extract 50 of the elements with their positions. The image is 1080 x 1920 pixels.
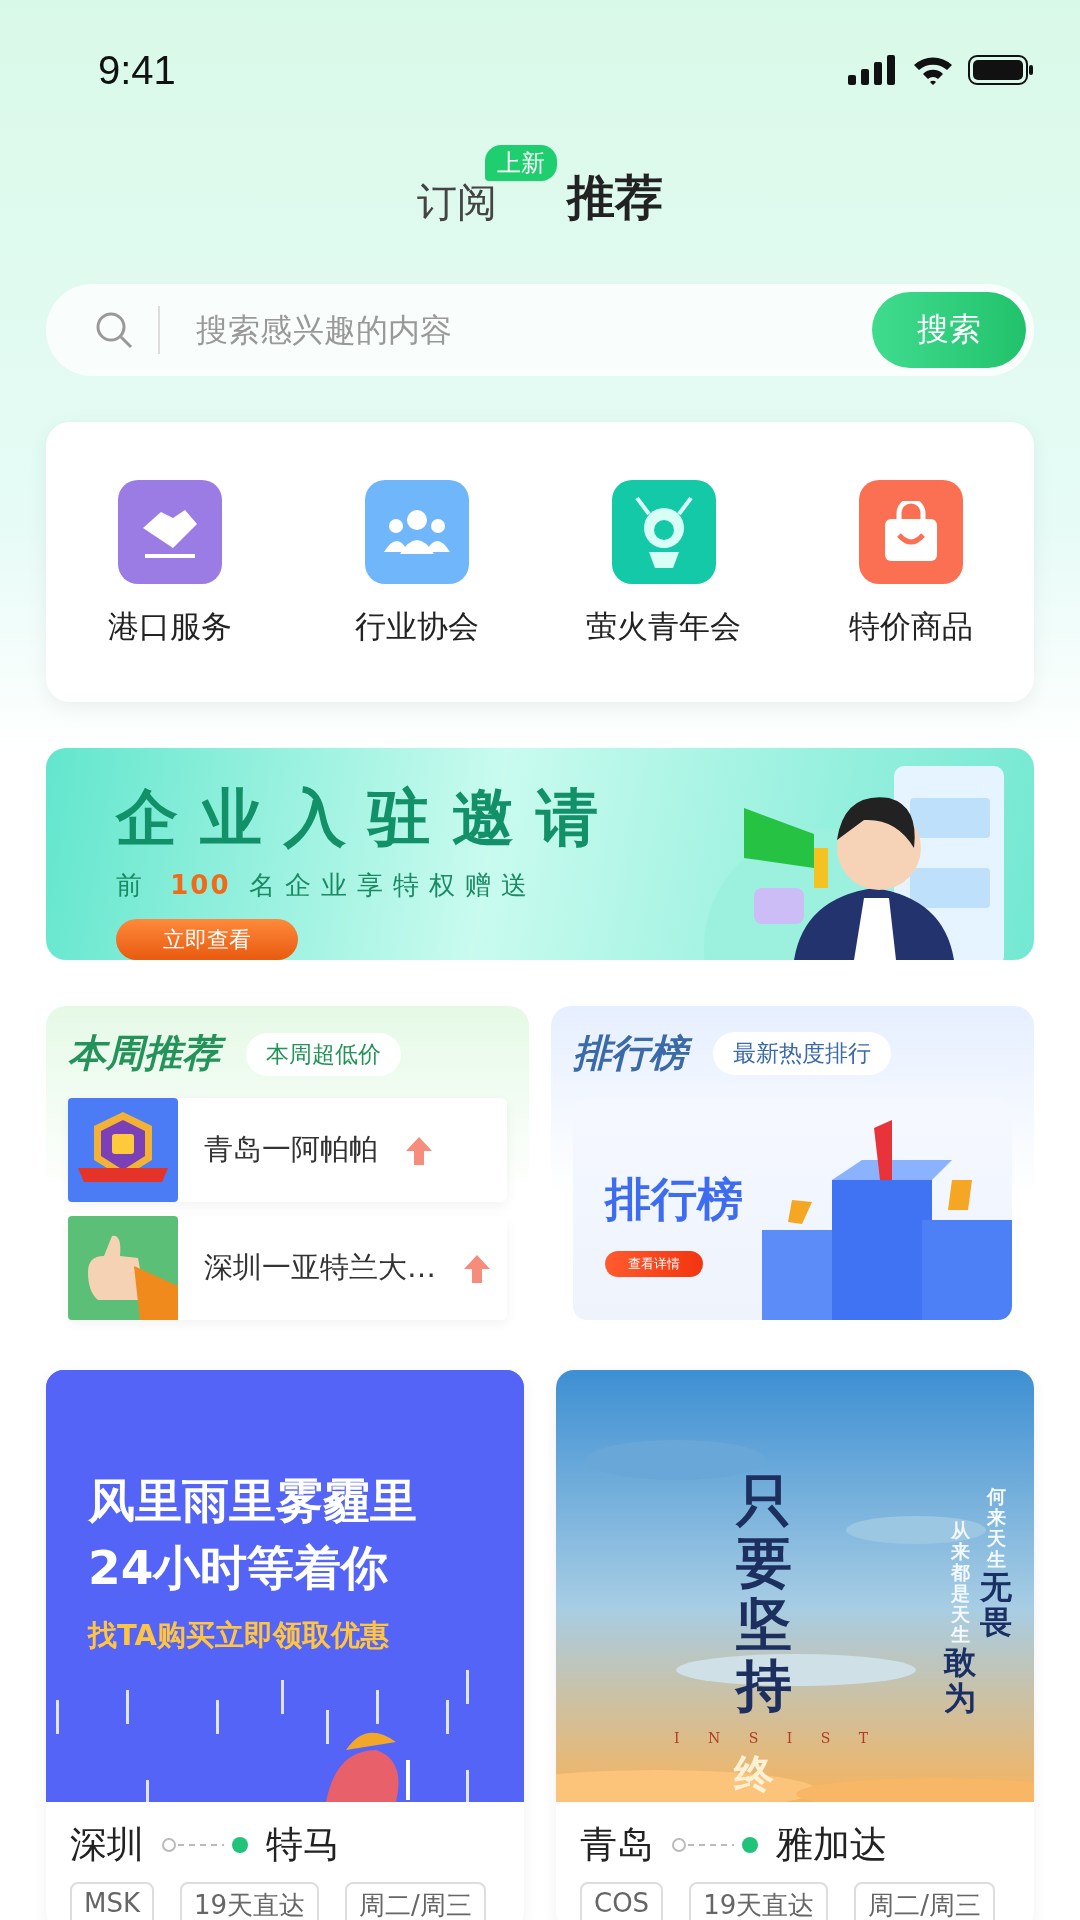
shortcut-item[interactable]: 萤火青年会: [540, 480, 787, 648]
route-tag: 19天直达: [689, 1882, 829, 1920]
search-icon: [94, 310, 134, 350]
poster-headline: 风里雨里雾霾里: [88, 1472, 417, 1530]
weekly-tag: 本周超低价: [246, 1032, 401, 1076]
thumbs-up-icon: [68, 1216, 178, 1320]
origin-city: 青岛: [580, 1822, 654, 1868]
poster-offer: 找TA购买立即领取优惠: [88, 1617, 390, 1654]
banner-title: 企业入驻邀请: [116, 780, 621, 856]
poster-cut-char: 终: [734, 1752, 774, 1796]
view-details-button[interactable]: 查看详情: [605, 1250, 703, 1277]
wifi-icon: [912, 55, 954, 85]
invite-banner[interactable]: 企业入驻邀请 前 100 名企业享特权赠送 立即查看: [46, 748, 1034, 960]
shortcut-item[interactable]: 行业协会: [293, 480, 540, 648]
battery-icon: [968, 55, 1034, 85]
ranking-image-title: 排行榜: [605, 1170, 744, 1228]
weekly-title: 本周推荐: [68, 1027, 228, 1081]
up-arrow-icon: [462, 1253, 492, 1283]
route-tag: 周二/周三: [854, 1882, 995, 1920]
shortcut-item[interactable]: 港口服务: [46, 480, 293, 648]
signal-icon: [848, 55, 898, 85]
route-card[interactable]: 风里雨里雾霾里 24小时等着你 找TA购买立即领取优惠 深圳 特马 MSK 19天直达 周二/周三: [46, 1370, 524, 1920]
weekly-item[interactable]: 青岛一阿帕帕: [68, 1098, 507, 1202]
banner-subtitle: 前 100 名企业享特权赠送: [116, 869, 538, 902]
origin-city: 深圳: [70, 1822, 144, 1868]
poster-verse: 何来天生: [986, 1486, 1006, 1570]
medal-badge-icon: [68, 1098, 178, 1202]
poster-calligraphy: 敢为: [944, 1645, 976, 1716]
route-tag: COS: [580, 1882, 664, 1920]
poster-word: I N S I S T: [674, 1730, 881, 1746]
poster-verse: 从来都是天生: [950, 1520, 970, 1646]
up-arrow-icon: [404, 1135, 434, 1165]
ranking-title: 排行榜: [573, 1026, 695, 1081]
status-time: 9:41: [98, 47, 176, 93]
poster-headline: 24小时等着你: [88, 1539, 390, 1597]
destination-city: 雅加达: [776, 1822, 887, 1868]
destination-city: 特马: [266, 1822, 340, 1868]
route-tag: 周二/周三: [345, 1882, 486, 1920]
route-tag: MSK: [70, 1882, 154, 1920]
shortcut-item[interactable]: 特价商品: [787, 480, 1034, 648]
route-tag: 19天直达: [180, 1882, 320, 1920]
new-badge: 上新: [485, 145, 557, 181]
people-icon: [383, 508, 450, 556]
route-connector-icon: [670, 1836, 760, 1854]
weekly-item[interactable]: 深圳一亚特兰大…: [68, 1216, 507, 1320]
route-connector-icon: [160, 1836, 250, 1854]
ranking-tag: 最新热度排行: [713, 1031, 891, 1075]
poster-calligraphy: 无畏: [980, 1569, 1012, 1640]
tab[interactable]: 推荐: [567, 166, 663, 230]
poster-slogan: 只要坚持: [736, 1470, 792, 1717]
